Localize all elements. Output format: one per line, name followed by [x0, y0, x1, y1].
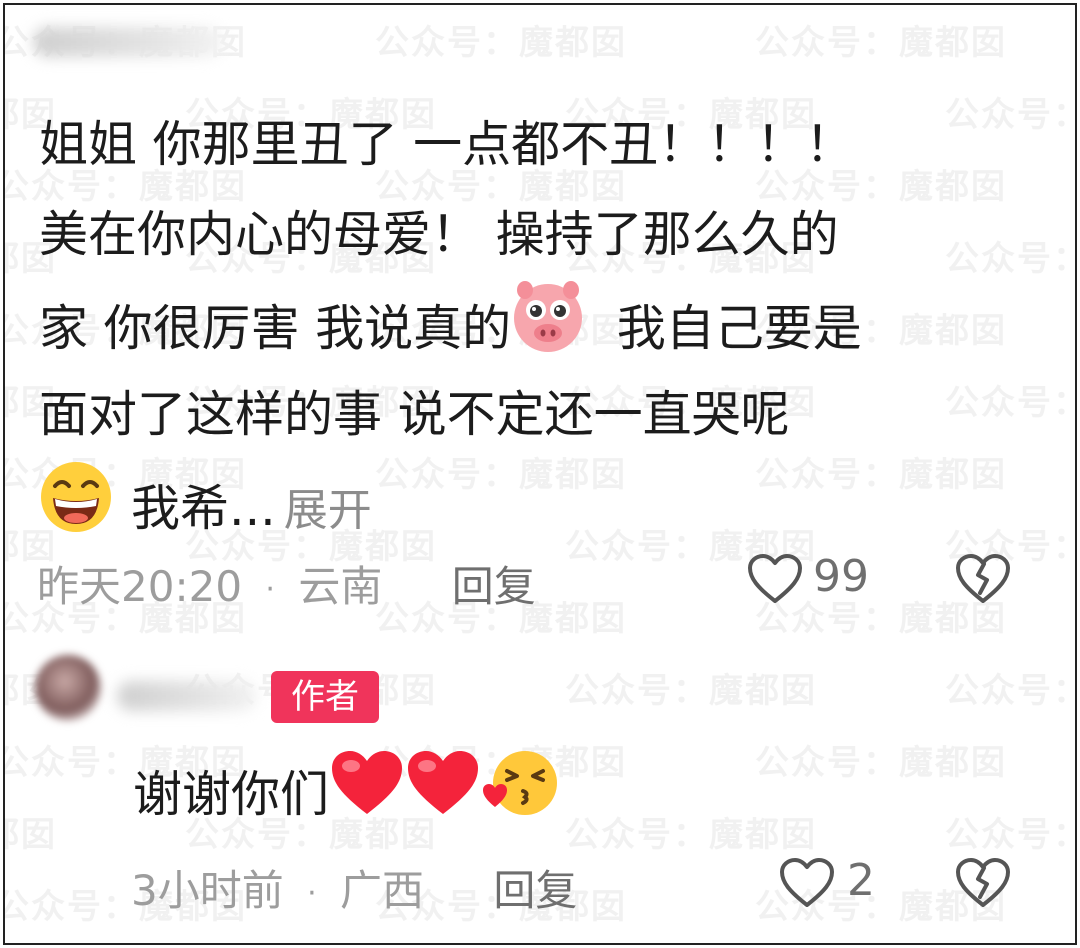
- red-heart-emoji: [329, 748, 405, 847]
- watermark-text: 公众号：魔都囡: [945, 671, 1075, 711]
- meta-separator: ·: [265, 572, 275, 607]
- comment-body: 姐姐 你那里丑了 一点都不丑！！！！ 美在你内心的母爱！ 操持了那么久的 家 你…: [39, 100, 1049, 550]
- watermark-text: 公众号：魔都囡: [5, 815, 57, 855]
- comment-line: 我希... 展开: [39, 460, 1049, 550]
- avatar[interactable]: [35, 655, 101, 721]
- reply-meta: 3小时前 · 广西 回复: [131, 857, 577, 918]
- watermark-text: 公众号：魔都囡: [755, 743, 1007, 783]
- author-badge: 作者: [271, 671, 379, 723]
- watermark-text: 公众号：魔都囡: [755, 23, 1007, 63]
- comment-location: 云南: [298, 562, 383, 611]
- reply-button[interactable]: 回复: [493, 866, 577, 915]
- comment-text-line-3: 家 你很厉害 我说真的: [39, 300, 512, 357]
- watermark-text: 公众号：魔都囡: [565, 671, 817, 711]
- dislike-broken-heart-icon[interactable]: [955, 857, 1011, 909]
- comment-line: 姐姐 你那里丑了 一点都不丑！！！！: [39, 100, 1049, 190]
- meta-separator: ·: [307, 876, 317, 911]
- reply-body: 谢谢你们: [133, 747, 561, 848]
- comment-meta: 昨天20:20 · 云南 回复: [37, 553, 536, 614]
- comment-text-line-1: 姐姐 你那里丑了 一点都不丑！！！！: [39, 116, 855, 173]
- watermark-text: 公众号：魔都囡: [945, 815, 1075, 855]
- red-heart-emoji: [405, 748, 481, 847]
- comment-panel: 公众号：魔都囡公众号：魔都囡公众号：魔都囡公众号：魔都囡公众号：魔都囡公众号：魔…: [3, 3, 1077, 945]
- comment-text-line-4: 面对了这样的事 说不定还一直哭呢: [39, 386, 790, 443]
- comment-text-truncated: 我希...: [131, 480, 276, 537]
- comment-text-line-3b: 我自己要是: [616, 300, 862, 357]
- like-count: 2: [847, 855, 875, 906]
- comment-text-line-2: 美在你内心的母爱！ 操持了那么久的: [39, 206, 839, 263]
- pig-face-emoji: [511, 280, 585, 383]
- like-count: 99: [813, 551, 869, 602]
- blurred-username[interactable]: [117, 681, 257, 711]
- expand-link[interactable]: 展开: [284, 485, 372, 536]
- watermark-text: 公众号：魔都囡: [375, 23, 627, 63]
- like-heart-icon[interactable]: [747, 553, 803, 605]
- grinning-emoji: [39, 460, 113, 563]
- blurred-username[interactable]: [33, 27, 223, 57]
- blowing-kiss-emoji: [481, 747, 561, 848]
- like-heart-icon[interactable]: [779, 857, 835, 909]
- comment-line: 面对了这样的事 说不定还一直哭呢: [39, 370, 1049, 460]
- dislike-broken-heart-icon[interactable]: [955, 553, 1011, 605]
- comment-time: 昨天20:20: [37, 562, 243, 611]
- reply-location: 广西: [340, 866, 425, 915]
- watermark-text: 公众号：魔都囡: [565, 815, 817, 855]
- comment-line: 家 你很厉害 我说真的 我自己要是: [39, 280, 1049, 370]
- reply-time: 3小时前: [131, 866, 284, 915]
- reply-button[interactable]: 回复: [452, 562, 536, 611]
- comment-line: 美在你内心的母爱！ 操持了那么久的: [39, 190, 1049, 280]
- reply-text: 谢谢你们: [133, 766, 330, 823]
